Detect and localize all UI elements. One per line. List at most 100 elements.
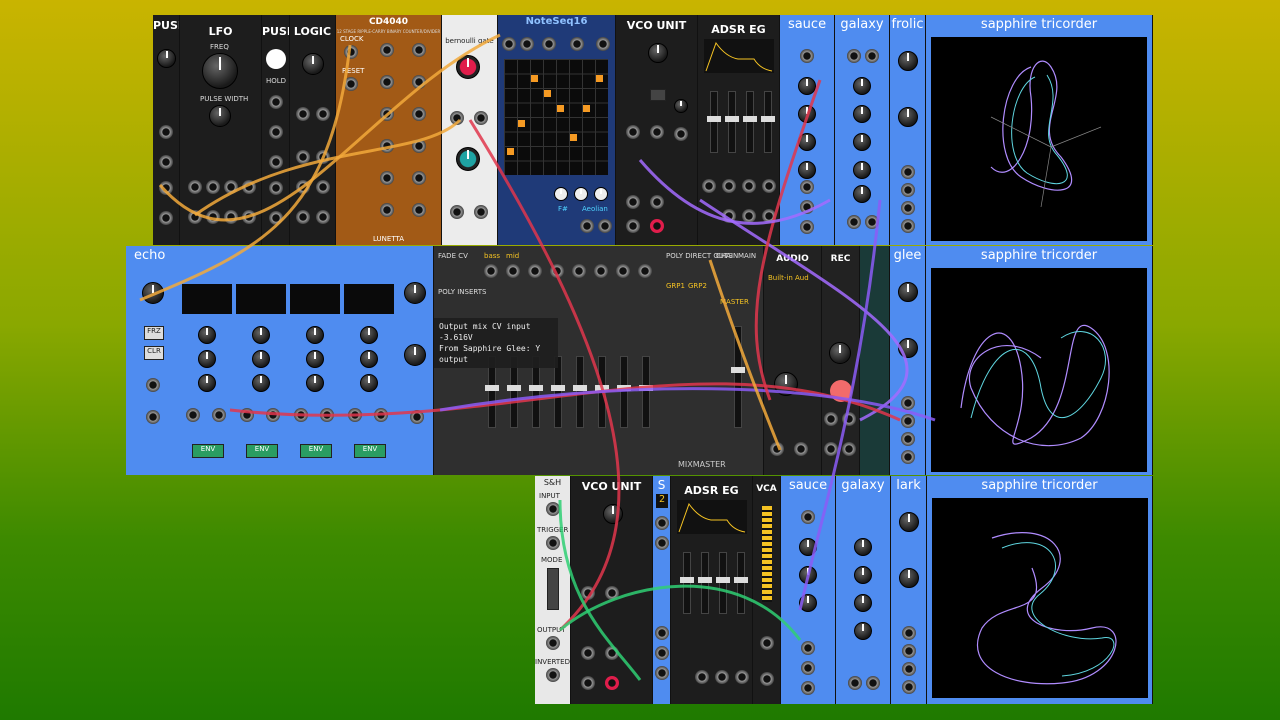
vca-out-jack[interactable] xyxy=(760,672,774,686)
echo-tap-env-button[interactable]: ENV xyxy=(354,444,386,458)
vco-expfm-jack[interactable] xyxy=(626,125,640,139)
sh-input-jack[interactable] xyxy=(546,502,560,516)
echo-tap-time-knob[interactable] xyxy=(360,326,378,344)
logic-knob[interactable] xyxy=(302,53,324,75)
galaxy2-out-r-jack[interactable] xyxy=(866,676,880,690)
rec-record-button[interactable] xyxy=(830,380,852,402)
mixer-in-8[interactable] xyxy=(638,264,652,278)
push2-jack-1[interactable] xyxy=(269,95,283,109)
noteseq-oct-knob[interactable] xyxy=(574,187,588,201)
bernoulli-knob-2[interactable] xyxy=(456,147,480,171)
logic-b-jack[interactable] xyxy=(316,107,330,121)
noteseq-len-jack[interactable] xyxy=(570,37,584,51)
echo-tap-env-button[interactable]: ENV xyxy=(246,444,278,458)
galaxy-size-knob[interactable] xyxy=(853,161,871,179)
adsr2-gate-jack[interactable] xyxy=(695,670,709,684)
lark-chaos-knob[interactable] xyxy=(899,568,919,588)
glee-chaos-knob[interactable] xyxy=(898,338,918,358)
vco2-out-jack[interactable] xyxy=(605,676,619,690)
push2-jack-3[interactable] xyxy=(269,155,283,169)
echo-in-jack[interactable] xyxy=(146,410,160,424)
vco2-expfm-jack[interactable] xyxy=(581,586,595,600)
vco-wave-button[interactable] xyxy=(650,89,666,101)
rec-right-jack[interactable] xyxy=(842,442,856,456)
tricorder-scope-1[interactable] xyxy=(931,37,1147,241)
vco-freq-knob[interactable] xyxy=(648,43,668,63)
lfo-tri-jack[interactable] xyxy=(206,210,220,224)
lark-p-jack[interactable] xyxy=(902,680,916,694)
echo-tap-send-jack[interactable] xyxy=(240,408,254,422)
galaxy-mix-knob[interactable] xyxy=(853,185,871,203)
sauce-hp-jack[interactable] xyxy=(800,220,814,234)
rec-gate-jack[interactable] xyxy=(824,412,838,426)
vca-in-jack[interactable] xyxy=(760,636,774,650)
vco2-softsync-jack[interactable] xyxy=(605,646,619,660)
cd4040-q12[interactable] xyxy=(412,203,426,217)
tricorder-scope-2[interactable] xyxy=(931,268,1147,472)
mixer-in-7[interactable] xyxy=(616,264,630,278)
adsr-sus-fader[interactable] xyxy=(743,91,757,153)
sh-output-jack[interactable] xyxy=(546,636,560,650)
glee-x-jack[interactable] xyxy=(901,396,915,410)
mixer-master-fader[interactable] xyxy=(731,326,745,428)
cd4040-q9[interactable] xyxy=(412,107,426,121)
noteseq-mode-jack[interactable] xyxy=(596,37,610,51)
bernoulli-out-b-1[interactable] xyxy=(474,111,488,125)
echo-tap-pan-knob[interactable] xyxy=(360,350,378,368)
galaxy-out-l-jack[interactable] xyxy=(847,215,861,229)
push-button[interactable] xyxy=(157,49,176,68)
mixer-fader-8[interactable] xyxy=(639,356,653,428)
s-jack-1[interactable] xyxy=(655,516,669,530)
bernoulli-out-b-2[interactable] xyxy=(474,205,488,219)
adsr-jack-3[interactable] xyxy=(742,179,756,193)
sauce2-freq-knob[interactable] xyxy=(799,538,817,556)
mixer-in-5[interactable] xyxy=(572,264,586,278)
noteseq-grid[interactable] xyxy=(504,59,608,175)
echo-tap-rtrn-jack[interactable] xyxy=(212,408,226,422)
echo-tap-time-knob[interactable] xyxy=(252,326,270,344)
lfo-pw-knob[interactable] xyxy=(209,105,231,127)
push-jack-1[interactable] xyxy=(159,125,173,139)
cd4040-q7[interactable] xyxy=(412,43,426,57)
lfo-reset-jack[interactable] xyxy=(224,180,238,194)
frolic-x-jack[interactable] xyxy=(901,165,915,179)
galaxy2-bright-knob[interactable] xyxy=(854,566,872,584)
lfo-sin-jack[interactable] xyxy=(188,210,202,224)
echo-frz-button[interactable]: FRZ xyxy=(144,326,164,340)
adsr-retr-jack[interactable] xyxy=(742,209,756,223)
noteseq-scale-knob[interactable] xyxy=(594,187,608,201)
cd4040-q5[interactable] xyxy=(380,171,394,185)
sh-trigger-jack[interactable] xyxy=(546,536,560,550)
push2-jack-2[interactable] xyxy=(269,125,283,139)
sauce2-res-knob[interactable] xyxy=(799,566,817,584)
lark-y-jack[interactable] xyxy=(902,644,916,658)
echo-tap-pan-knob[interactable] xyxy=(252,350,270,368)
sauce2-bp-jack[interactable] xyxy=(801,661,815,675)
glee-p-jack[interactable] xyxy=(901,450,915,464)
adsr-jack-1[interactable] xyxy=(702,179,716,193)
galaxy-in-r-jack[interactable] xyxy=(865,49,879,63)
frolic-y-jack[interactable] xyxy=(901,183,915,197)
galaxy2-size-knob[interactable] xyxy=(854,622,872,640)
echo-tap-env-button[interactable]: ENV xyxy=(300,444,332,458)
bernoulli-out-a-2[interactable] xyxy=(450,205,464,219)
lfo-freq-knob[interactable] xyxy=(202,53,238,89)
sauce-bp-jack[interactable] xyxy=(800,200,814,214)
echo-tap-level-knob[interactable] xyxy=(306,374,324,392)
vco-out-jack[interactable] xyxy=(650,219,664,233)
mixer-in-2[interactable] xyxy=(506,264,520,278)
sauce-gain-knob[interactable] xyxy=(798,161,816,179)
echo-tap-level-knob[interactable] xyxy=(198,374,216,392)
lark-z-jack[interactable] xyxy=(902,662,916,676)
vco-shape-knob[interactable] xyxy=(674,99,688,113)
adsr2-env-jack[interactable] xyxy=(735,670,749,684)
echo-fdbk-knob[interactable] xyxy=(142,282,164,304)
logic-nor-jack[interactable] xyxy=(316,150,330,164)
adsr2-rel-fader[interactable] xyxy=(734,552,748,614)
echo-tap-time-knob[interactable] xyxy=(306,326,324,344)
vco-softsync-jack[interactable] xyxy=(650,195,664,209)
logic-and-jack[interactable] xyxy=(296,180,310,194)
echo-mix-knob[interactable] xyxy=(404,282,426,304)
cd4040-q4[interactable] xyxy=(380,139,394,153)
vco2-freq-knob[interactable] xyxy=(603,504,623,524)
